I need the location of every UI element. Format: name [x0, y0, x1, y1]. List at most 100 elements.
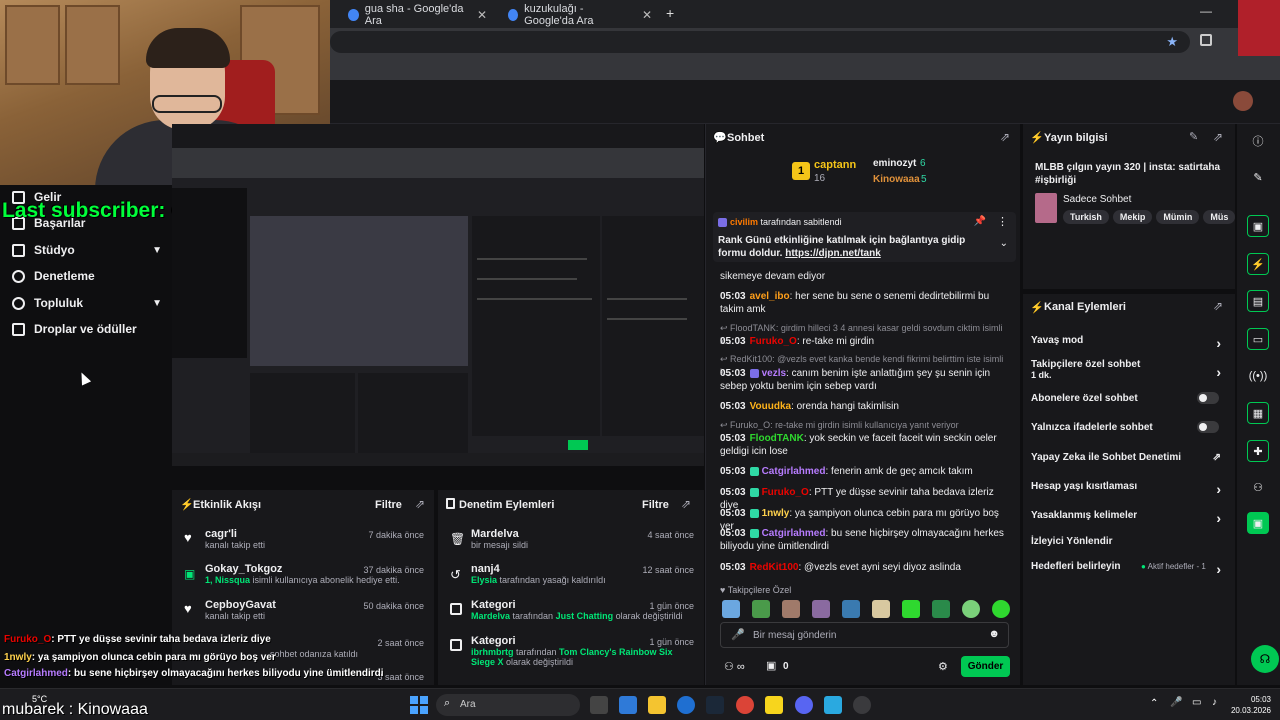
wrench-icon[interactable]: ✚	[1247, 440, 1269, 462]
action-subscribers-only[interactable]: Abonelere özel sohbet	[1031, 392, 1227, 404]
mod-action-item[interactable]: Kategori Mardelva tarafından Just Chatti…	[438, 599, 704, 621]
popout-icon[interactable]: ⇗	[681, 497, 691, 511]
broadcast-icon[interactable]: ((•))	[1247, 365, 1269, 387]
browser-tab-gua-sha[interactable]: gua sha - Google'da Ara ✕	[340, 3, 495, 27]
toggle-switch[interactable]	[1197, 392, 1219, 404]
settings-gear-icon[interactable]: ⚙	[938, 660, 948, 673]
action-followers-only[interactable]: Takipçilere özel sohbet 1 dk. ›	[1031, 359, 1227, 380]
notes-icon[interactable]	[765, 696, 783, 714]
activity-item[interactable]: ♥ cagr'li kanalı takip etti 7 dakika önc…	[172, 528, 434, 550]
chat-message[interactable]: 05:03 RedKit100: @vezls evet ayni seyi di…	[720, 561, 1010, 574]
obs-icon[interactable]	[853, 696, 871, 714]
send-button[interactable]: Gönder	[961, 656, 1010, 677]
support-headset-icon[interactable]: ☊	[1251, 645, 1279, 673]
pinned-message[interactable]: civilim tarafından sabitlendi 📌 ⋮ ⌄ Rank…	[713, 212, 1016, 262]
clip-icon[interactable]: ▣	[1247, 215, 1269, 237]
chat-message[interactable]: 05:03 Catgirlahmed: fenerin amk de geç am…	[720, 465, 1010, 478]
chat-message[interactable]: 05:03 FloodTANK: yok seckin ve faceit fac…	[720, 432, 1010, 458]
community-icon[interactable]: ⚇	[1247, 476, 1269, 498]
tray-chevron-up-icon[interactable]: ⌃	[1150, 698, 1158, 709]
emote[interactable]	[872, 600, 890, 618]
mod-action-item[interactable]: ↺ nanj4 Elysia tarafından yasağı kaldırı…	[438, 563, 704, 585]
mod-action-item[interactable]: Kategori ibrhmbrtg tarafından Tom Clancy…	[438, 635, 704, 667]
emote[interactable]	[902, 600, 920, 618]
new-tab-icon[interactable]: +	[666, 5, 674, 21]
sidebar-item-topluluk[interactable]: Topluluk ▼	[12, 296, 162, 310]
chrome-icon[interactable]	[736, 696, 754, 714]
volume-icon[interactable]: ♪	[1212, 697, 1217, 708]
tag-chip[interactable]: Müs	[1203, 210, 1235, 224]
extensions-icon[interactable]	[1200, 34, 1212, 46]
emote[interactable]	[722, 600, 740, 618]
leader-name[interactable]: captann	[814, 159, 856, 171]
chat-user[interactable]: Furuko_O	[750, 336, 797, 347]
info-icon[interactable]: ⓘ	[1247, 130, 1269, 152]
action-goals[interactable]: Hedefleri belirleyin ● Aktif hedefler - 1…	[1031, 561, 1227, 577]
mod-action-item[interactable]: 🗑 Mardelva bir mesajı sildi 4 saat önce	[438, 528, 704, 550]
taskbar-search[interactable]: ⌕ Ara	[436, 694, 580, 716]
windows-start-icon[interactable]	[410, 696, 428, 714]
network-icon[interactable]: ▭	[1192, 697, 1201, 708]
app-icon[interactable]	[824, 696, 842, 714]
lightning-icon[interactable]: ⚡	[1247, 253, 1269, 275]
monitor-icon[interactable]: ▦	[1247, 402, 1269, 424]
popout-icon[interactable]: ⇗	[415, 497, 425, 511]
sidebar-item-studyo[interactable]: Stüdyo ▼	[12, 243, 162, 257]
bookmark-star-icon[interactable]: ★	[1166, 34, 1178, 50]
popout-icon[interactable]: ⇗	[1213, 299, 1223, 313]
file-explorer-icon[interactable]	[648, 696, 666, 714]
chat-user[interactable]: FloodTANK	[750, 433, 804, 444]
chat-message[interactable]: 05:03 Catgirlahmed: bu sene hiçbirşey olm…	[720, 527, 1010, 553]
emote[interactable]	[812, 600, 830, 618]
browser-tab-kuzukulagi[interactable]: kuzukulağı - Google'da Ara ✕	[500, 3, 660, 27]
app-icon[interactable]	[619, 696, 637, 714]
sidebar-item-droplar[interactable]: Droplar ve ödüller	[12, 322, 162, 336]
toggle-switch[interactable]	[1197, 421, 1219, 433]
chevron-down-icon[interactable]: ⌄	[1000, 238, 1008, 249]
action-account-age[interactable]: Hesap yaşı kısıtlaması ›	[1031, 481, 1227, 497]
filter-button[interactable]: Filtre	[375, 499, 402, 511]
document-icon[interactable]: ▤	[1247, 290, 1269, 312]
activity-item[interactable]: ♥ CepboyGavat kanalı takip etti 50 dakik…	[172, 599, 434, 621]
sidebar-item-denetleme[interactable]: Denetleme	[12, 269, 162, 283]
emote[interactable]	[782, 600, 800, 618]
chat-message[interactable]: sikemeye devam ediyor	[720, 270, 1010, 283]
address-bar[interactable]: ★	[330, 31, 1190, 53]
chat-user[interactable]: Catgirlahmed	[762, 528, 826, 539]
steam-icon[interactable]	[706, 696, 724, 714]
popout-icon[interactable]: ⇗	[1213, 130, 1223, 144]
emote[interactable]	[932, 600, 950, 618]
chat-message[interactable]: 05:03 vezls: canım benim işte anlattığım …	[720, 367, 1010, 393]
emoji-icon[interactable]: ☻	[988, 628, 1000, 640]
more-icon[interactable]: ⋮	[997, 215, 1008, 228]
chat-user[interactable]: Furuko_O	[762, 487, 809, 498]
chat-message[interactable]: 05:03 Furuko_O: re-take mi girdin	[720, 335, 1010, 348]
activity-item[interactable]: ▣ Gokay_Tokgoz 1, Nissqua isimli kullanı…	[172, 563, 434, 585]
chat-user[interactable]: Vouudka	[750, 401, 791, 412]
avatar[interactable]	[1233, 91, 1253, 111]
chat-user[interactable]: vezls	[762, 368, 786, 379]
emote[interactable]	[962, 600, 980, 618]
chat-message[interactable]: 05:03 Vouudka: orenda hangi takimlisin	[720, 400, 1010, 413]
gift-box-icon[interactable]: ▣	[766, 659, 776, 672]
mic-icon[interactable]: 🎤	[731, 628, 745, 641]
chat-user[interactable]: Catgirlahmed	[762, 466, 826, 477]
chat-user[interactable]: avel_ibo	[750, 291, 790, 302]
discord-icon[interactable]	[795, 696, 813, 714]
leader-name[interactable]: Kinowaaa	[873, 174, 920, 185]
emote[interactable]	[992, 600, 1010, 618]
tag-chip[interactable]: Mekip	[1112, 210, 1153, 224]
tag-chip[interactable]: Turkish	[1063, 210, 1109, 224]
chat-message[interactable]: 05:03 avel_ibo: her sene bu sene o senemi…	[720, 290, 1010, 316]
popout-icon[interactable]: ⇗	[1000, 130, 1010, 144]
pin-icon[interactable]: 📌	[974, 216, 986, 227]
action-banned-words[interactable]: Yasaklanmış kelimeler ›	[1031, 510, 1227, 526]
category-name[interactable]: Sadece Sohbet	[1063, 194, 1131, 205]
chat-input[interactable]: 🎤 Bir mesaj gönderin ☻	[720, 622, 1009, 648]
chat-bubble-icon[interactable]: ▭	[1247, 328, 1269, 350]
emote[interactable]	[842, 600, 860, 618]
clock[interactable]: 05:03 20.03.2026	[1227, 694, 1271, 716]
close-icon[interactable]: ✕	[477, 8, 487, 22]
action-raid[interactable]: İzleyici Yönlendir	[1031, 536, 1227, 547]
filter-button[interactable]: Filtre	[642, 499, 669, 511]
